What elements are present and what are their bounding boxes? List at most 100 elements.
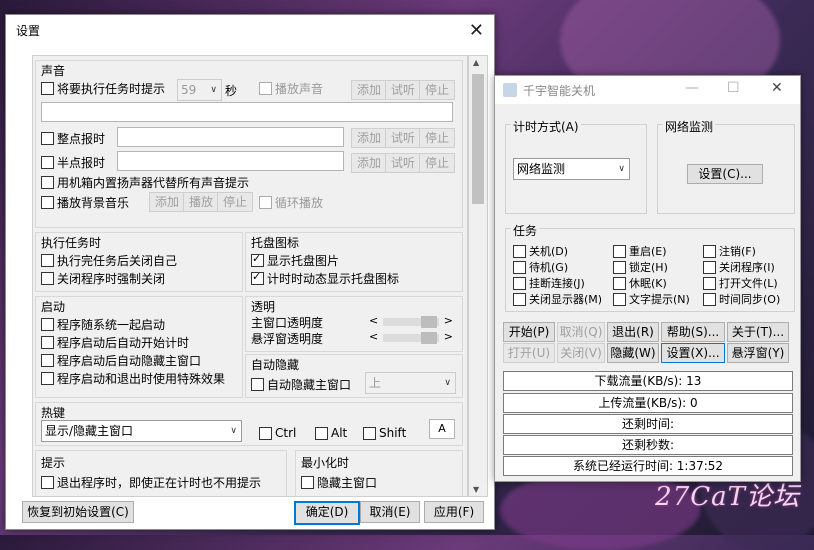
close-icon[interactable]: ✕ xyxy=(469,20,484,41)
checkbox-box[interactable] xyxy=(41,82,54,95)
timing-select[interactable]: 网络监测 ∨ xyxy=(513,158,630,180)
checkbox-box[interactable] xyxy=(703,244,716,258)
checkbox-box[interactable] xyxy=(41,156,54,169)
play-sound-checkbox[interactable]: 播放声音 xyxy=(259,80,323,97)
checkbox-box[interactable] xyxy=(301,476,314,489)
task-checkbox[interactable]: 挂断连接(J) xyxy=(513,275,585,291)
checkbox-box[interactable] xyxy=(613,292,626,306)
checkbox-box[interactable] xyxy=(613,260,626,274)
task-checkbox[interactable]: 打开文件(L) xyxy=(703,275,778,291)
about-button[interactable]: 关于(T)... xyxy=(727,322,789,342)
half-hourly-stop-button[interactable]: 停止 xyxy=(419,153,455,173)
autohide-position-select[interactable]: 上 ∨ xyxy=(365,372,456,394)
scroll-down-icon[interactable]: ▼ xyxy=(473,485,479,494)
checkbox-box[interactable] xyxy=(41,254,54,267)
minimize-icon[interactable]: — xyxy=(685,80,699,96)
cancel-button[interactable]: 取消(E) xyxy=(360,501,420,523)
vertical-scrollbar[interactable]: ▲ ▼ xyxy=(468,55,488,497)
left-arrow-icon[interactable]: < xyxy=(369,330,378,343)
float-transparency-slider[interactable]: < > xyxy=(369,330,453,344)
main-transparency-slider[interactable]: < > xyxy=(369,314,453,328)
checkbox-box[interactable] xyxy=(613,244,626,258)
half-hourly-listen-button[interactable]: 试听 xyxy=(385,153,421,173)
exit-button[interactable]: 退出(R) xyxy=(607,322,659,342)
checkbox-box[interactable] xyxy=(513,260,526,274)
start-button[interactable]: 开始(P) xyxy=(503,322,555,342)
checkbox-box[interactable] xyxy=(513,276,526,290)
checkbox-box[interactable] xyxy=(259,82,272,95)
close-after-checkbox[interactable]: 执行完任务后关闭自己 xyxy=(41,252,177,269)
hourly-stop-button[interactable]: 停止 xyxy=(419,128,455,148)
task-checkbox[interactable]: 注销(F) xyxy=(703,243,756,259)
hourly-checkbox[interactable]: 整点报时 xyxy=(41,130,105,147)
shift-checkbox[interactable]: Shift xyxy=(363,426,406,440)
right-arrow-icon[interactable]: > xyxy=(444,314,453,327)
task-checkbox[interactable]: 关机(D) xyxy=(513,243,568,259)
ctrl-checkbox[interactable]: Ctrl xyxy=(259,426,296,440)
checkbox-box[interactable] xyxy=(703,292,716,306)
bg-music-checkbox[interactable]: 播放背景音乐 xyxy=(41,194,129,211)
pc-speaker-checkbox[interactable]: 用机箱内置扬声器代替所有声音提示 xyxy=(41,174,249,191)
checkbox-box[interactable] xyxy=(41,354,54,367)
preexec-seconds-select[interactable]: 59 ∨ xyxy=(177,79,222,101)
half-hourly-add-button[interactable]: 添加 xyxy=(351,153,387,173)
checkbox-box[interactable] xyxy=(363,426,376,440)
checkbox-box[interactable] xyxy=(251,252,264,267)
task-checkbox[interactable]: 时间同步(O) xyxy=(703,291,780,307)
scrollbar-thumb[interactable] xyxy=(472,74,484,204)
checkbox-box[interactable] xyxy=(315,426,328,440)
hotkey-key-input[interactable]: A xyxy=(429,419,455,439)
task-checkbox[interactable]: 待机(G) xyxy=(513,259,568,275)
task-checkbox[interactable]: 文字提示(N) xyxy=(613,291,690,307)
open-button[interactable]: 打开(U) xyxy=(503,343,555,363)
checkbox-box[interactable] xyxy=(513,244,526,258)
preexec-sound-path-input[interactable] xyxy=(41,102,453,122)
special-effect-checkbox[interactable]: 程序启动和退出时使用特殊效果 xyxy=(41,370,225,387)
alt-checkbox[interactable]: Alt xyxy=(315,426,347,440)
ok-button[interactable]: 确定(D) xyxy=(294,501,360,525)
preexec-checkbox[interactable]: 将要执行任务时提示 xyxy=(41,80,165,97)
checkbox-box[interactable] xyxy=(259,196,272,209)
help-button[interactable]: 帮助(S)... xyxy=(661,322,725,342)
checkbox-box[interactable] xyxy=(41,372,54,385)
task-checkbox[interactable]: 关闭显示器(M) xyxy=(513,291,602,307)
task-checkbox[interactable]: 锁定(H) xyxy=(613,259,668,275)
auto-start-checkbox[interactable]: 程序启动后自动开始计时 xyxy=(41,334,189,351)
bg-add-button[interactable]: 添加 xyxy=(149,192,185,212)
autohide-main-checkbox[interactable]: 自动隐藏主窗口 xyxy=(251,376,351,393)
checkbox-box[interactable] xyxy=(251,378,264,391)
listen-button[interactable]: 试听 xyxy=(385,80,421,100)
loop-checkbox[interactable]: 循环播放 xyxy=(259,194,323,211)
checkbox-box[interactable] xyxy=(41,132,54,145)
task-checkbox[interactable]: 休眠(K) xyxy=(613,275,667,291)
checkbox-box[interactable] xyxy=(41,176,54,189)
left-arrow-icon[interactable]: < xyxy=(369,314,378,327)
netmon-settings-button[interactable]: 设置(C)... xyxy=(687,164,763,184)
slider-thumb[interactable] xyxy=(421,316,437,328)
show-tray-image-checkbox[interactable]: 显示托盘图片 xyxy=(251,252,339,269)
add-button[interactable]: 添加 xyxy=(351,80,387,100)
checkbox-box[interactable] xyxy=(41,318,54,331)
hotkey-action-select[interactable]: 显示/隐藏主窗口 ∨ xyxy=(41,420,242,442)
force-close-checkbox[interactable]: 关闭程序时强制关闭 xyxy=(41,270,165,287)
checkbox-box[interactable] xyxy=(251,270,264,285)
checkbox-box[interactable] xyxy=(703,260,716,274)
hourly-sound-input[interactable] xyxy=(117,127,344,147)
cancel-timer-button[interactable]: 取消(Q) xyxy=(557,322,605,342)
checkbox-box[interactable] xyxy=(41,336,54,349)
apply-button[interactable]: 应用(F) xyxy=(424,501,484,523)
hide-button[interactable]: 隐藏(W) xyxy=(607,343,659,363)
checkbox-box[interactable] xyxy=(41,476,54,489)
half-hourly-checkbox[interactable]: 半点报时 xyxy=(41,154,105,171)
reset-button[interactable]: 恢复到初始设置(C) xyxy=(22,501,134,523)
close-icon[interactable]: ✕ xyxy=(771,80,783,96)
hourly-listen-button[interactable]: 试听 xyxy=(385,128,421,148)
float-window-button[interactable]: 悬浮窗(Y) xyxy=(727,343,789,363)
close-button[interactable]: 关闭(V) xyxy=(557,343,605,363)
checkbox-box[interactable] xyxy=(703,276,716,290)
hourly-add-button[interactable]: 添加 xyxy=(351,128,387,148)
bg-play-button[interactable]: 播放 xyxy=(183,192,219,212)
exit-noprompt-checkbox[interactable]: 退出程序时，即使正在计时也不用提示 xyxy=(41,474,261,491)
auto-hide-startup-checkbox[interactable]: 程序启动后自动隐藏主窗口 xyxy=(41,352,201,369)
checkbox-box[interactable] xyxy=(41,272,54,285)
